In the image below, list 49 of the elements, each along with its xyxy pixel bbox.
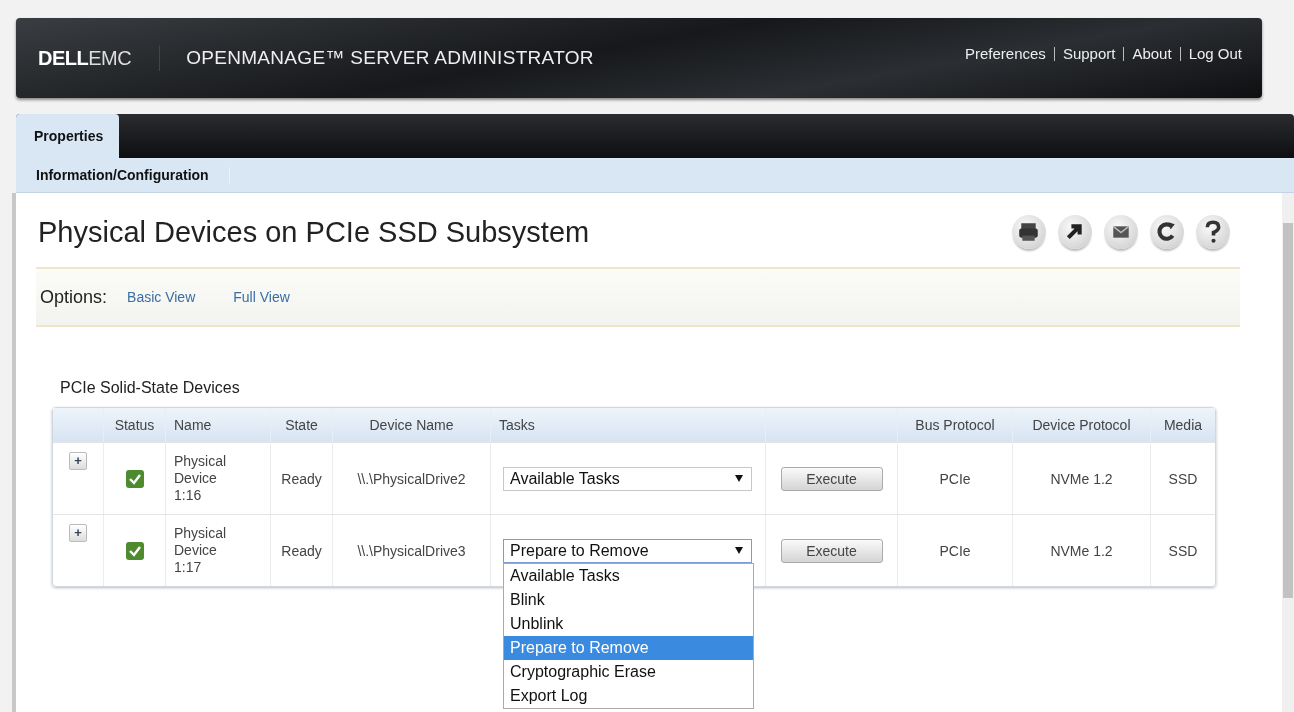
execute-button[interactable]: Execute [780,466,883,491]
tasks-dropdown[interactable]: Available Tasks [503,466,752,491]
bus-protocol-cell: PCIe [939,542,971,559]
logo: DELLEMC [38,45,161,71]
execute-button[interactable]: Execute [780,538,883,563]
column-header: Bus Protocol [898,408,1013,442]
options-label: Options: [40,286,108,308]
header-link[interactable]: Support [1053,47,1124,61]
media-cell: SSD [1168,542,1198,559]
scrollbar[interactable] [1282,193,1294,712]
header-link[interactable]: Preferences [957,47,1054,61]
view-link[interactable]: Full View [233,289,290,305]
expand-button[interactable]: + [69,452,87,470]
device-name-cell-text: Physical Device 1:17 [174,525,228,576]
column-header: Status [104,408,166,442]
header-link[interactable]: About [1123,47,1180,61]
page-title: Physical Devices on PCIe SSD Subsystem [38,215,590,249]
column-header: Tasks [491,408,766,442]
email-icon[interactable] [1104,215,1138,249]
device-protocol-cell: NVMe 1.2 [1050,470,1113,487]
app-title: OPENMANAGE™ SERVER ADMINISTRATOR [186,47,594,69]
dropdown-option[interactable]: Blink [504,587,753,612]
device-path-cell: \\.\PhysicalDrive2 [357,470,466,487]
dropdown-option[interactable]: Export Log [504,683,753,708]
print-icon[interactable] [1012,215,1046,249]
column-header: Device Protocol [1013,408,1151,442]
media-cell: SSD [1168,470,1198,487]
tab[interactable]: Properties [16,114,120,158]
view-link[interactable]: Basic View [127,289,196,305]
device-path-cell: \\.\PhysicalDrive3 [357,542,466,559]
bus-protocol-cell: PCIe [939,470,971,487]
help-icon[interactable] [1196,215,1230,249]
refresh-icon[interactable] [1150,215,1184,249]
header-link[interactable]: Log Out [1179,47,1250,61]
column-header: Name [166,408,271,442]
dropdown-option[interactable]: Available Tasks [504,563,753,588]
section-title: PCIe Solid-State Devices [60,379,241,397]
column-header: Media [1162,416,1204,435]
state-cell: Ready [281,470,322,487]
dropdown-option[interactable]: Unblink [504,611,753,636]
subtab[interactable]: Information/Configuration [16,167,230,183]
expand-button[interactable]: + [69,524,87,542]
column-header: Device Name [333,408,491,442]
device-name-cell-text: Physical Device 1:16 [174,453,228,504]
state-cell: Ready [281,542,322,559]
dropdown-option[interactable]: Prepare to Remove [504,635,753,660]
dropdown-option[interactable]: Cryptographic Erase [504,659,753,684]
column-header: State [271,408,333,442]
device-protocol-cell: NVMe 1.2 [1050,542,1113,559]
